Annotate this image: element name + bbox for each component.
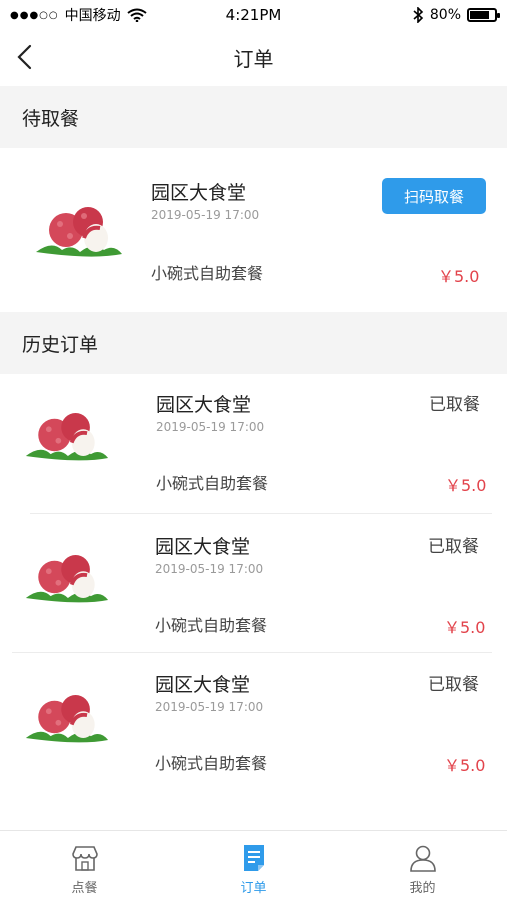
tab-order-food[interactable]: 点餐 bbox=[0, 831, 169, 900]
order-date: 2019-05-19 17:00 bbox=[151, 208, 260, 222]
carrier-label: 中国移动 bbox=[64, 8, 121, 24]
signal-dots-icon: ●●●○○ bbox=[10, 9, 59, 21]
scan-pickup-button[interactable]: 扫码取餐 bbox=[382, 178, 486, 214]
order-price: ￥5.0 bbox=[444, 756, 486, 775]
battery-fill bbox=[470, 11, 490, 19]
pending-order-card[interactable]: 园区大食堂 2019-05-19 17:00 小碗式自助套餐 扫码取餐 ￥5.0 bbox=[0, 148, 507, 312]
wifi-icon bbox=[127, 8, 147, 22]
meal-name: 小碗式自助套餐 bbox=[155, 616, 268, 635]
order-date: 2019-05-19 17:00 bbox=[155, 562, 264, 576]
tab-label: 点餐 bbox=[71, 881, 98, 896]
section-header-pending: 待取餐 bbox=[0, 86, 507, 148]
history-order-card[interactable]: 园区大食堂 2019-05-19 17:00 小碗式自助套餐 已取餐 ￥5.0 bbox=[0, 654, 507, 794]
tab-profile[interactable]: 我的 bbox=[338, 831, 507, 900]
lychee-image bbox=[36, 207, 122, 257]
order-price: ￥5.0 bbox=[445, 476, 487, 495]
status-bar-right: 80% bbox=[412, 7, 500, 23]
lychee-image bbox=[25, 695, 109, 743]
order-price: ￥5.0 bbox=[438, 267, 480, 286]
restaurant-name: 园区大食堂 bbox=[156, 394, 252, 416]
tab-orders[interactable]: 订单 bbox=[169, 831, 338, 900]
store-icon bbox=[71, 846, 98, 871]
order-status: 已取餐 bbox=[428, 675, 479, 695]
meal-name: 小碗式自助套餐 bbox=[155, 754, 268, 773]
order-status: 已取餐 bbox=[429, 395, 480, 415]
order-price: ￥5.0 bbox=[444, 618, 486, 637]
order-date: 2019-05-19 17:00 bbox=[156, 420, 265, 434]
page-title: 订单 bbox=[233, 46, 274, 71]
battery-percent: 80% bbox=[429, 7, 461, 23]
history-order-card[interactable]: 园区大食堂 2019-05-19 17:00 小碗式自助套餐 已取餐 ￥5.0 bbox=[0, 374, 507, 514]
tab-bar: 点餐 订单 我的 bbox=[0, 830, 507, 900]
nav-bar: 订单 bbox=[0, 30, 507, 84]
history-order-card[interactable]: 园区大食堂 2019-05-19 17:00 小碗式自助套餐 已取餐 ￥5.0 bbox=[0, 514, 507, 654]
meal-name: 小碗式自助套餐 bbox=[156, 474, 269, 493]
restaurant-name: 园区大食堂 bbox=[151, 182, 247, 204]
meal-name: 小碗式自助套餐 bbox=[151, 264, 264, 283]
restaurant-name: 园区大食堂 bbox=[155, 536, 251, 558]
tab-label: 我的 bbox=[409, 881, 436, 896]
order-doc-icon bbox=[243, 845, 264, 871]
battery-icon bbox=[467, 8, 500, 22]
order-status: 已取餐 bbox=[428, 537, 479, 557]
chevron-left-icon[interactable] bbox=[14, 44, 38, 70]
lychee-image bbox=[25, 413, 109, 461]
user-icon bbox=[409, 845, 436, 872]
restaurant-name: 园区大食堂 bbox=[155, 674, 251, 696]
status-bar: ●●●○○ 中国移动 4:21PM 80% bbox=[0, 0, 507, 30]
row-divider bbox=[12, 652, 492, 653]
order-date: 2019-05-19 17:00 bbox=[155, 700, 264, 714]
section-header-history: 历史订单 bbox=[0, 312, 507, 374]
tab-label: 订单 bbox=[240, 881, 267, 896]
status-bar-left: ●●●○○ 中国移动 bbox=[10, 5, 147, 25]
lychee-image bbox=[25, 555, 109, 603]
bluetooth-icon bbox=[413, 7, 424, 23]
